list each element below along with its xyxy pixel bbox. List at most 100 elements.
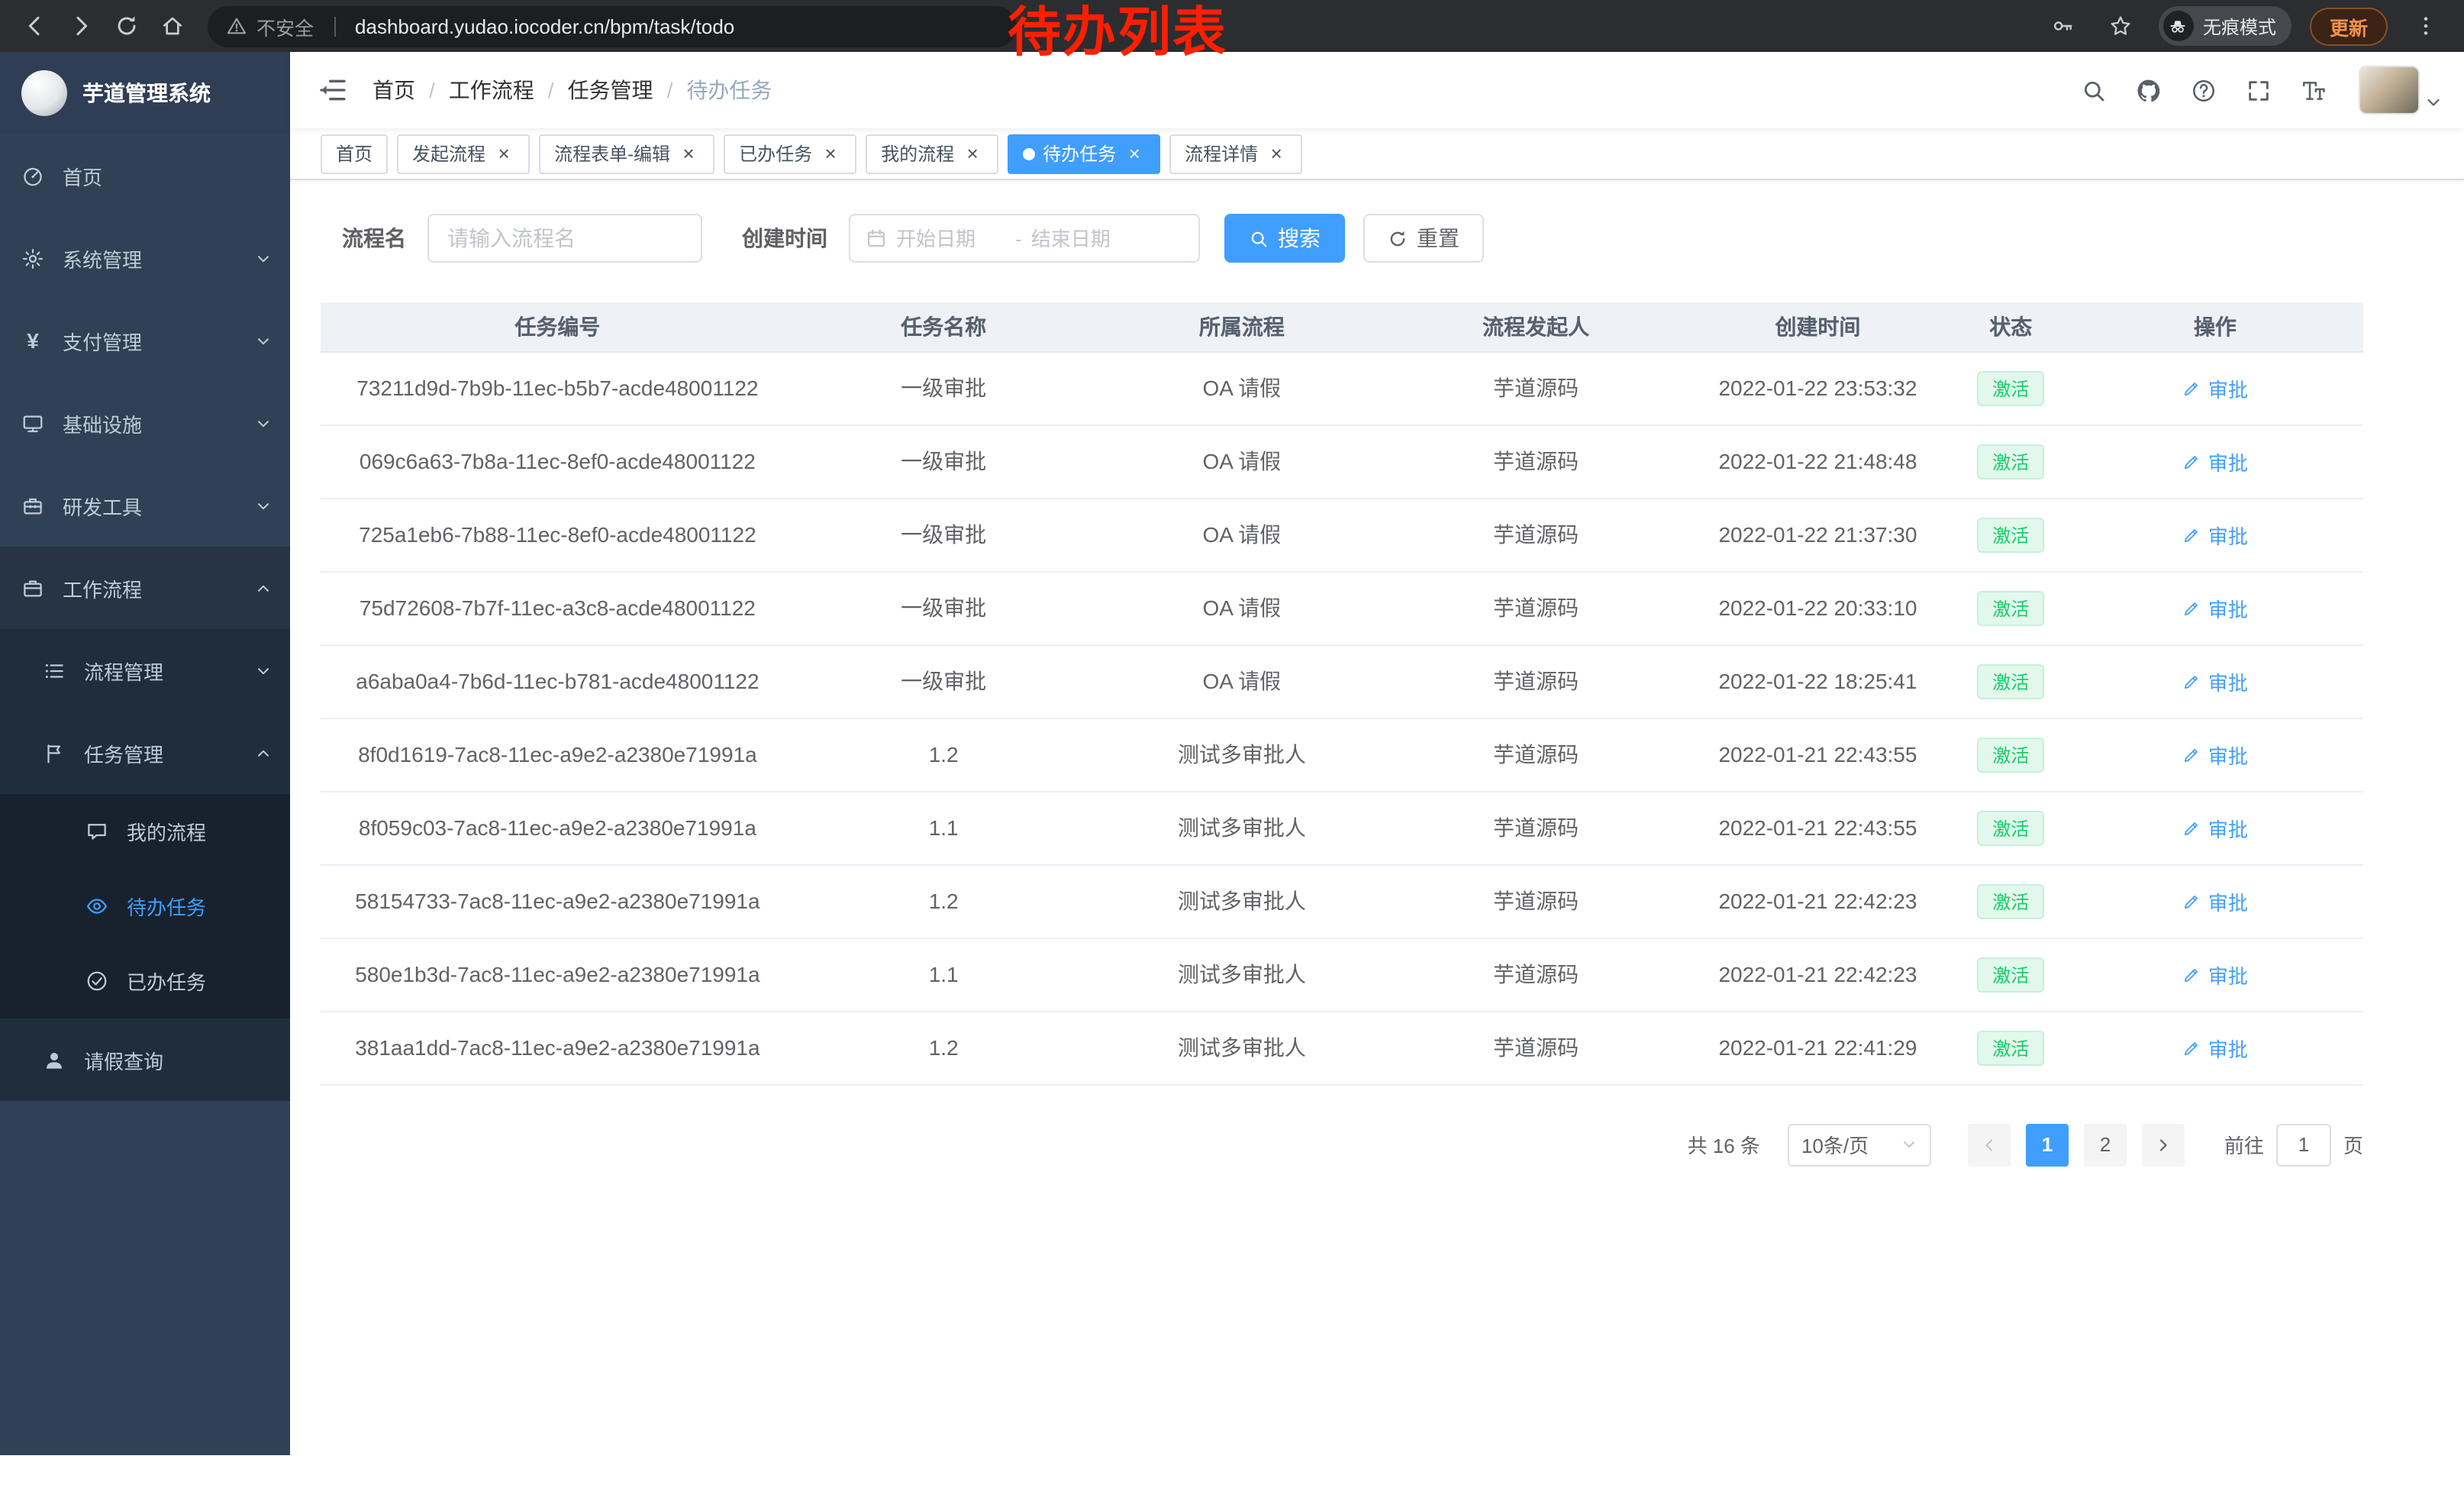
approve-link[interactable]: 审批 <box>2182 373 2248 402</box>
cell-initiator: 芋道源码 <box>1391 1011 1681 1084</box>
incognito-icon <box>2169 16 2188 36</box>
fullscreen-button[interactable] <box>2238 70 2278 110</box>
user-avatar-menu[interactable] <box>2360 67 2443 113</box>
header-search-button[interactable] <box>2073 70 2113 110</box>
cell-task-id: 73211d9d-7b9b-11ec-b5b7-acde48001122 <box>321 351 795 424</box>
sidebar-logo[interactable]: 芋道管理系统 <box>0 52 290 134</box>
reset-button[interactable]: 重置 <box>1363 214 1484 263</box>
cell-process: 测试多审批人 <box>1093 864 1392 938</box>
calendar-icon <box>866 228 887 249</box>
page-size-select[interactable]: 10条/页 <box>1788 1123 1931 1166</box>
column-actions: 操作 <box>2067 302 2363 351</box>
browser-menu-button[interactable] <box>2406 6 2446 46</box>
breadcrumb-item-task-mgmt[interactable]: 任务管理 <box>568 75 653 105</box>
cell-task-id: 8f0d1619-7ac8-11ec-a9e2-a2380e71991a <box>321 718 795 791</box>
browser-reload-button[interactable] <box>107 6 147 46</box>
page-content: 流程名 创建时间 - 搜索 重置 <box>290 180 2394 1166</box>
sidebar-item-system[interactable]: 系统管理 <box>0 217 290 299</box>
cell-initiator: 芋道源码 <box>1391 718 1681 791</box>
cell-task-name: 一级审批 <box>795 351 1093 424</box>
sidebar-item-task-mgmt[interactable]: 任务管理 <box>0 712 290 794</box>
close-icon[interactable]: × <box>678 143 699 164</box>
goto-page-input[interactable] <box>2276 1123 2331 1166</box>
search-button[interactable]: 搜索 <box>1224 214 1345 263</box>
close-icon[interactable]: × <box>493 143 514 164</box>
cell-process: OA 请假 <box>1093 424 1392 498</box>
cell-action: 审批 <box>2067 351 2363 424</box>
prev-page-button[interactable] <box>1968 1123 2011 1166</box>
question-icon <box>2190 77 2216 103</box>
approve-link[interactable]: 审批 <box>2182 813 2248 842</box>
help-button[interactable] <box>2183 70 2223 110</box>
cell-task-name: 1.1 <box>795 938 1093 1011</box>
approve-link[interactable]: 审批 <box>2182 520 2248 549</box>
tab-home[interactable]: 首页 <box>321 134 388 173</box>
url-text: dashboard.yudao.iocoder.cn/bpm/task/todo <box>355 15 734 37</box>
status-badge: 激活 <box>1977 810 2044 845</box>
close-icon[interactable]: × <box>1266 143 1287 164</box>
app-title: 芋道管理系统 <box>82 78 211 108</box>
end-date-input[interactable] <box>1031 227 1141 250</box>
sidebar-item-devtools[interactable]: 研发工具 <box>0 464 290 547</box>
pagination: 共 16 条 10条/页 1 2 前往 页 <box>321 1123 2363 1166</box>
breadcrumb-item-home[interactable]: 首页 <box>373 75 415 105</box>
browser-forward-button[interactable] <box>61 6 101 46</box>
sidebar-item-payment[interactable]: ¥ 支付管理 <box>0 299 290 382</box>
password-manager-button[interactable] <box>2043 6 2082 46</box>
sidebar-item-process-mgmt[interactable]: 流程管理 <box>0 629 290 712</box>
breadcrumb-item-workflow[interactable]: 工作流程 <box>449 75 534 105</box>
sidebar-item-done-task[interactable]: 已办任务 <box>0 944 290 1018</box>
cell-initiator: 芋道源码 <box>1391 571 1681 644</box>
sidebar-item-home[interactable]: 首页 <box>0 134 290 217</box>
approve-link[interactable]: 审批 <box>2182 886 2248 915</box>
sidebar-item-my-process[interactable]: 我的流程 <box>0 794 290 869</box>
address-bar[interactable]: 不安全 dashboard.yudao.iocoder.cn/bpm/task/… <box>208 5 1017 47</box>
process-name-input[interactable] <box>427 214 702 263</box>
sidebar-item-infrastructure[interactable]: 基础设施 <box>0 382 290 464</box>
close-icon[interactable]: × <box>1124 143 1145 164</box>
browser-update-button[interactable]: 更新 <box>2310 7 2388 45</box>
cell-task-name: 1.2 <box>795 864 1093 938</box>
close-icon[interactable]: × <box>820 143 841 164</box>
flag-icon <box>43 741 66 764</box>
approve-link[interactable]: 审批 <box>2182 447 2248 476</box>
tab-process-detail[interactable]: 流程详情× <box>1169 134 1302 173</box>
page-button-2[interactable]: 2 <box>2084 1123 2127 1166</box>
date-range-picker[interactable]: - <box>849 214 1200 263</box>
sidebar-item-todo-task[interactable]: 待办任务 <box>0 869 290 944</box>
breadcrumb-separator: / <box>429 78 435 102</box>
approve-link[interactable]: 审批 <box>2182 667 2248 696</box>
table-row: 73211d9d-7b9b-11ec-b5b7-acde48001122 一级审… <box>321 351 2363 424</box>
fullscreen-icon <box>2245 77 2271 103</box>
edit-icon <box>2182 744 2202 764</box>
approve-link[interactable]: 审批 <box>2182 960 2248 989</box>
cell-task-id: 381aa1dd-7ac8-11ec-a9e2-a2380e71991a <box>321 1011 795 1084</box>
approve-link[interactable]: 审批 <box>2182 593 2248 622</box>
sidebar-item-leave-query[interactable]: 请假查询 <box>0 1018 290 1101</box>
font-size-button[interactable] <box>2293 70 2333 110</box>
tab-my-process[interactable]: 我的流程× <box>866 134 998 173</box>
next-page-button[interactable] <box>2142 1123 2185 1166</box>
approve-link[interactable]: 审批 <box>2182 740 2248 769</box>
browser-back-button[interactable] <box>15 6 55 46</box>
tab-start-process[interactable]: 发起流程× <box>397 134 530 173</box>
github-icon <box>2135 77 2161 103</box>
page-button-1[interactable]: 1 <box>2026 1123 2069 1166</box>
bookmark-button[interactable] <box>2101 6 2140 46</box>
close-icon[interactable]: × <box>962 143 983 164</box>
sidebar-item-workflow[interactable]: 工作流程 <box>0 547 290 629</box>
browser-home-button[interactable] <box>153 6 192 46</box>
cell-process: 测试多审批人 <box>1093 1011 1392 1084</box>
tab-done-task[interactable]: 已办任务× <box>724 134 856 173</box>
tab-process-form-edit[interactable]: 流程表单-编辑× <box>539 134 714 173</box>
breadcrumb-separator: / <box>548 78 554 102</box>
yen-icon: ¥ <box>21 328 44 353</box>
sidebar-toggle-icon[interactable] <box>318 75 348 105</box>
tab-todo-task[interactable]: 待办任务× <box>1008 134 1160 173</box>
start-date-input[interactable] <box>896 227 1006 250</box>
cell-created: 2022-01-21 22:42:23 <box>1681 938 1955 1011</box>
font-size-icon <box>2300 77 2326 103</box>
github-link[interactable] <box>2128 70 2168 110</box>
logo-avatar <box>21 70 67 116</box>
approve-link[interactable]: 审批 <box>2182 1033 2248 1062</box>
